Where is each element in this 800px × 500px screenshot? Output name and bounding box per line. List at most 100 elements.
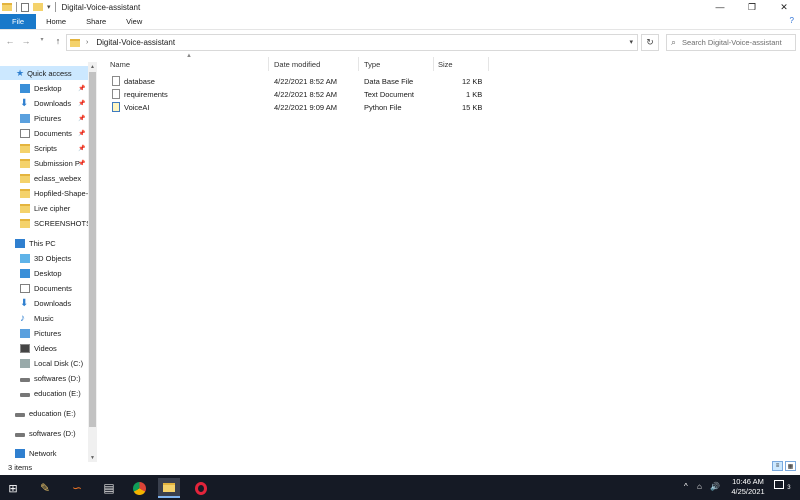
search-input[interactable]: ⌕ Search Digital-Voice-assistant bbox=[666, 34, 796, 51]
nav-item-pc-documents[interactable]: Documents bbox=[0, 281, 72, 295]
close-button[interactable]: ✕ bbox=[768, 0, 800, 14]
column-divider[interactable] bbox=[358, 57, 359, 71]
nav-label: This PC bbox=[29, 238, 56, 248]
tab-share[interactable]: Share bbox=[76, 14, 116, 29]
scroll-down-icon[interactable]: ▼ bbox=[88, 453, 97, 462]
windows-logo-icon: ⊞ bbox=[8, 482, 18, 495]
nav-item-documents[interactable]: Documents 📌 bbox=[0, 126, 85, 140]
volume-icon[interactable]: 🔊 bbox=[710, 482, 720, 491]
column-header-name[interactable]: Name bbox=[110, 57, 130, 71]
back-button[interactable]: ← bbox=[2, 36, 18, 46]
pin-icon: 📌 bbox=[78, 115, 86, 122]
file-explorer-icon bbox=[163, 482, 175, 492]
pin-icon: 📌 bbox=[78, 160, 86, 167]
start-button[interactable]: ⊞ bbox=[2, 478, 24, 498]
maximize-button[interactable]: ❐ bbox=[736, 0, 768, 14]
nav-label: Desktop bbox=[34, 268, 62, 278]
nav-item-downloads[interactable]: ⬇ Downloads 📌 bbox=[0, 96, 85, 110]
nav-item-videos[interactable]: Videos bbox=[0, 341, 57, 355]
nav-item-pictures[interactable]: Pictures 📌 bbox=[0, 111, 85, 125]
nav-label: Music bbox=[34, 313, 54, 323]
nav-item-live-cipher[interactable]: Live cipher bbox=[0, 201, 70, 215]
column-header-date[interactable]: Date modified bbox=[274, 57, 320, 71]
taskbar-app-jupyter[interactable]: ∽ bbox=[66, 478, 88, 498]
taskbar-app-file-explorer[interactable] bbox=[158, 478, 180, 498]
scroll-up-icon[interactable]: ▲ bbox=[88, 62, 97, 71]
nav-label: Pictures bbox=[34, 328, 62, 338]
tab-home[interactable]: Home bbox=[36, 14, 76, 29]
nav-item-hopfiled-shape[interactable]: Hopfiled-Shape- bbox=[0, 186, 88, 200]
nav-this-pc[interactable]: This PC bbox=[0, 236, 56, 250]
folder-icon bbox=[20, 188, 30, 198]
nav-drive-softwares-d[interactable]: softwares (D:) bbox=[0, 426, 76, 440]
file-row[interactable]: VoiceAI 4/22/2021 9:09 AM Python File 15… bbox=[110, 101, 490, 114]
nav-item-local-disk-c[interactable]: Local Disk (C:) bbox=[0, 356, 83, 370]
chevron-down-icon[interactable]: ▾ bbox=[629, 38, 633, 46]
show-hidden-icons-icon[interactable]: ^ bbox=[684, 482, 688, 491]
details-view-icon[interactable]: ≡ bbox=[772, 461, 783, 471]
file-date: 4/22/2021 8:52 AM bbox=[274, 77, 337, 86]
nav-item-3d-objects[interactable]: 3D Objects bbox=[0, 251, 71, 265]
nav-drive-education-e[interactable]: education (E:) bbox=[0, 406, 76, 420]
pin-icon: 📌 bbox=[78, 145, 86, 152]
taskbar-clock[interactable]: 10:46 AM 4/25/2021 bbox=[728, 477, 768, 497]
scrollbar-thumb[interactable] bbox=[89, 72, 96, 427]
large-icons-view-icon[interactable]: ▦ bbox=[785, 461, 796, 471]
column-header-size[interactable]: Size bbox=[438, 57, 453, 71]
nav-item-screenshots[interactable]: SCREENSHOTS bbox=[0, 216, 91, 230]
minimize-button[interactable]: — bbox=[704, 0, 736, 14]
taskbar-app-paint[interactable]: ✎ bbox=[34, 478, 56, 498]
folder-icon bbox=[70, 38, 80, 47]
tab-file[interactable]: File bbox=[0, 14, 37, 29]
file-size: 1 KB bbox=[466, 90, 483, 99]
nav-network[interactable]: Network bbox=[0, 446, 57, 460]
pin-icon: 📌 bbox=[78, 100, 86, 107]
arrow-up-icon: ↑ bbox=[55, 36, 61, 46]
file-row[interactable]: database 4/22/2021 8:52 AM Data Base Fil… bbox=[110, 75, 490, 88]
column-divider[interactable] bbox=[488, 57, 489, 71]
up-button[interactable]: ↑ bbox=[50, 36, 66, 46]
folder-icon bbox=[20, 203, 30, 213]
nav-item-desktop[interactable]: Desktop 📌 bbox=[0, 81, 85, 95]
nav-item-submission[interactable]: Submission P 📌 bbox=[0, 156, 85, 170]
nav-item-music[interactable]: ♪ Music bbox=[0, 311, 54, 325]
nav-label: Documents bbox=[34, 283, 72, 293]
taskbar-app-opera[interactable] bbox=[190, 478, 212, 498]
notifications-button[interactable]: 3 bbox=[774, 480, 791, 491]
breadcrumb-chevron-icon[interactable]: › bbox=[86, 39, 88, 46]
refresh-icon: ↻ bbox=[646, 37, 654, 47]
nav-item-scripts[interactable]: Scripts 📌 bbox=[0, 141, 85, 155]
column-divider[interactable] bbox=[433, 57, 434, 71]
chevron-down-icon: ▾ bbox=[40, 37, 44, 43]
nav-label: education (E:) bbox=[34, 388, 81, 398]
tab-view[interactable]: View bbox=[116, 14, 152, 29]
address-field[interactable]: › Digital-Voice-assistant ▾ bbox=[66, 34, 638, 51]
new-folder-icon[interactable] bbox=[33, 3, 43, 11]
nav-item-eclass-webex[interactable]: eclass_webex bbox=[0, 171, 81, 185]
nav-label: Videos bbox=[34, 343, 57, 353]
action-center-icon bbox=[774, 480, 784, 489]
column-divider[interactable] bbox=[268, 57, 269, 71]
taskbar-app-document[interactable]: ▤ bbox=[98, 478, 120, 498]
nav-item-education-e[interactable]: education (E:) bbox=[0, 386, 81, 400]
network-status-icon[interactable]: ⌂ bbox=[697, 482, 702, 491]
forward-button[interactable]: → bbox=[18, 36, 34, 46]
nav-item-pc-desktop[interactable]: Desktop bbox=[0, 266, 62, 280]
customize-toolbar-icon[interactable]: ▾ bbox=[47, 3, 51, 11]
properties-icon[interactable] bbox=[21, 2, 29, 12]
breadcrumb-path[interactable]: Digital-Voice-assistant bbox=[96, 38, 175, 47]
paint-icon: ✎ bbox=[39, 481, 51, 495]
file-row[interactable]: requirements 4/22/2021 8:52 AM Text Docu… bbox=[110, 88, 490, 101]
recent-locations-button[interactable]: ▾ bbox=[34, 36, 50, 43]
divider bbox=[54, 2, 56, 12]
taskbar-app-chrome[interactable] bbox=[128, 478, 150, 498]
nav-quick-access[interactable]: ★ Quick access bbox=[0, 66, 88, 80]
help-icon[interactable]: ? bbox=[790, 16, 794, 25]
nav-scrollbar[interactable]: ▲ ▼ bbox=[88, 62, 97, 462]
refresh-button[interactable]: ↻ bbox=[641, 34, 659, 51]
file-type: Text Document bbox=[364, 90, 415, 99]
column-header-type[interactable]: Type bbox=[364, 57, 380, 71]
nav-item-pc-downloads[interactable]: ⬇ Downloads bbox=[0, 296, 71, 310]
nav-item-pc-pictures[interactable]: Pictures bbox=[0, 326, 61, 340]
nav-item-softwares-d[interactable]: softwares (D:) bbox=[0, 371, 81, 385]
